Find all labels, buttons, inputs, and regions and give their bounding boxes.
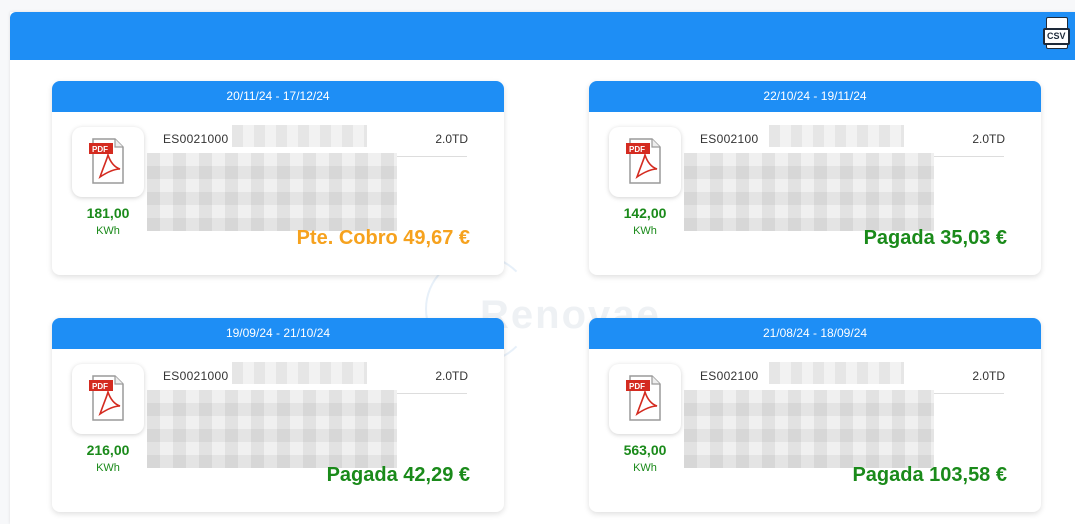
redacted-cups-area — [769, 362, 904, 384]
redacted-cups-area — [232, 362, 367, 384]
invoice-status-amount: Pagada 103,58 € — [852, 464, 1007, 486]
invoice-status-amount: Pagada 42,29 € — [326, 464, 470, 486]
cups-code: ES002100 — [700, 132, 759, 146]
pdf-file-icon: PDF — [626, 138, 661, 184]
pdf-download-button[interactable]: PDF — [72, 127, 144, 197]
invoice-period: 21/08/24 - 18/09/24 — [589, 318, 1041, 349]
pdf-download-button[interactable]: PDF — [609, 364, 681, 434]
consumption-value: 181,00 — [86, 205, 130, 221]
divider — [934, 393, 1004, 394]
invoice-period: 19/09/24 - 21/10/24 — [52, 318, 504, 349]
redacted-address-block — [147, 153, 397, 231]
consumption-unit: KWh — [633, 225, 657, 237]
svg-text:PDF: PDF — [629, 382, 645, 391]
svg-text:PDF: PDF — [92, 382, 108, 391]
panel-header-bar: CSV — [10, 12, 1075, 60]
consumption-value: 563,00 — [623, 442, 667, 458]
invoice-card[interactable]: 19/09/24 - 21/10/24 PDF ES0021000 2.0TD … — [52, 318, 504, 512]
pdf-file-icon: PDF — [626, 375, 661, 421]
cups-code: ES0021000 — [163, 369, 229, 383]
pdf-download-button[interactable]: PDF — [609, 127, 681, 197]
pdf-file-icon: PDF — [89, 375, 124, 421]
csv-export-button[interactable]: CSV — [1043, 17, 1071, 55]
invoice-card[interactable]: 21/08/24 - 18/09/24 PDF ES002100 2.0TD 5… — [589, 318, 1041, 512]
consumption-value: 216,00 — [86, 442, 130, 458]
invoice-period: 20/11/24 - 17/12/24 — [52, 81, 504, 112]
consumption-unit: KWh — [633, 462, 657, 474]
redacted-cups-area — [769, 125, 904, 147]
invoice-period: 22/10/24 - 19/11/24 — [589, 81, 1041, 112]
cups-code: ES002100 — [700, 369, 759, 383]
consumption-unit: KWh — [96, 225, 120, 237]
redacted-address-block — [147, 390, 397, 468]
tariff-label: 2.0TD — [435, 132, 468, 146]
tariff-label: 2.0TD — [435, 369, 468, 383]
redacted-cups-area — [232, 125, 367, 147]
redacted-address-block — [684, 390, 934, 468]
tariff-label: 2.0TD — [972, 369, 1005, 383]
pdf-download-button[interactable]: PDF — [72, 364, 144, 434]
invoice-card[interactable]: 22/10/24 - 19/11/24 PDF ES002100 2.0TD 1… — [589, 81, 1041, 275]
pdf-file-icon: PDF — [89, 138, 124, 184]
tariff-label: 2.0TD — [972, 132, 1005, 146]
svg-text:PDF: PDF — [629, 145, 645, 154]
invoice-status-amount: Pagada 35,03 € — [863, 227, 1007, 249]
svg-text:PDF: PDF — [92, 145, 108, 154]
csv-label: CSV — [1043, 28, 1070, 45]
invoice-card[interactable]: 20/11/24 - 17/12/24 PDF ES0021000 2.0TD … — [52, 81, 504, 275]
divider — [934, 156, 1004, 157]
invoice-status-amount: Pte. Cobro 49,67 € — [296, 227, 470, 249]
cups-code: ES0021000 — [163, 132, 229, 146]
consumption-value: 142,00 — [623, 205, 667, 221]
divider — [397, 156, 467, 157]
redacted-address-block — [684, 153, 934, 231]
consumption-unit: KWh — [96, 462, 120, 474]
divider — [397, 393, 467, 394]
